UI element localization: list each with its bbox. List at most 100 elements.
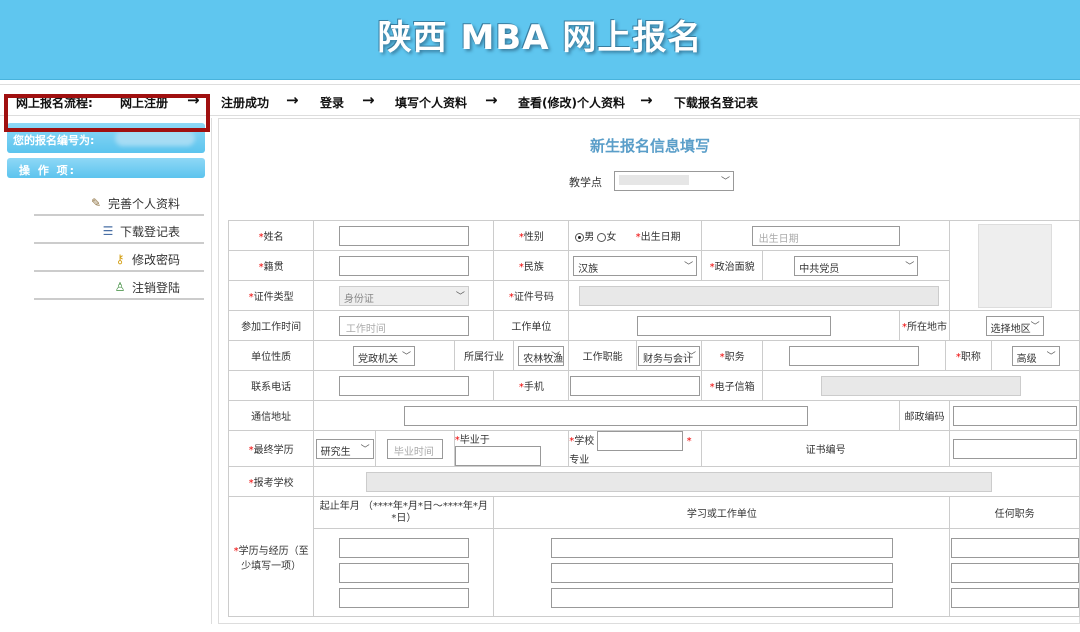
sidebar-link-label: 修改密码 xyxy=(131,252,180,267)
major-label: 专业 xyxy=(569,455,590,466)
position-input[interactable] xyxy=(788,345,919,366)
school-input[interactable] xyxy=(597,431,684,451)
job-function-select[interactable]: 财务与会计 xyxy=(638,345,700,366)
flow-arrow-icon: → xyxy=(286,91,299,109)
photo-placeholder[interactable] xyxy=(977,223,1052,308)
sidebar-link-complete-profile[interactable]: ✎ 完善个人资料 xyxy=(34,192,204,216)
gender-male-label: 男 xyxy=(584,232,595,243)
history-label: 学历与经历（至少填写一项） xyxy=(238,545,309,572)
sidebar-link-change-password[interactable]: ⚷ 修改密码 xyxy=(34,248,204,272)
graduated-from-input[interactable] xyxy=(454,446,541,466)
registration-form-table: *姓名 *性别 男 女 *出生日期 出生日期 *籍贯 *民族 汉族 *政治面貌 … xyxy=(227,220,1080,617)
id-number-input[interactable] xyxy=(579,285,940,306)
work-unit-label: 工作单位 xyxy=(493,310,570,341)
history-role-input-2[interactable] xyxy=(950,562,1079,583)
gender-female-radio[interactable] xyxy=(597,232,607,242)
teaching-point-redacted xyxy=(619,175,689,185)
postcode-input[interactable] xyxy=(952,405,1077,426)
graduation-time-input[interactable]: 毕业时间 xyxy=(386,438,443,459)
political-label: 政治面貌 xyxy=(714,262,755,273)
phone-input[interactable] xyxy=(338,375,469,396)
graduated-from-label: 毕业于 xyxy=(459,435,490,446)
history-role-input-3[interactable] xyxy=(950,587,1079,608)
id-type-label: 证件类型 xyxy=(253,292,294,303)
location-select[interactable]: 选择地区 xyxy=(985,315,1044,336)
sidebar-link-download-form[interactable]: ☰ 下载登记表 xyxy=(34,220,204,244)
sidebar: 您的报名编号为: 操 作 项: ✎ 完善个人资料 ☰ 下载登记表 ⚷ 修改密码 … xyxy=(0,118,212,624)
history-unit-input-1[interactable] xyxy=(550,537,893,558)
email-label: 电子信箱 xyxy=(714,382,755,393)
flow-arrow-icon: → xyxy=(485,91,498,109)
flow-step-download[interactable]: 下载报名登记表 xyxy=(674,94,758,111)
ethnic-select[interactable]: 汉族 xyxy=(573,255,698,276)
apply-school-label: 报考学校 xyxy=(253,478,294,489)
email-input[interactable] xyxy=(821,375,1022,396)
history-unit-input-3[interactable] xyxy=(550,587,893,608)
school-label: 学校 xyxy=(574,436,595,447)
unit-nature-label: 单位性质 xyxy=(227,340,315,371)
flow-step-view-info[interactable]: 查看(修改)个人资料 xyxy=(518,94,625,111)
work-start-input[interactable]: 工作时间 xyxy=(338,315,469,336)
history-period-input-3[interactable] xyxy=(338,587,469,608)
id-number-label: 证件号码 xyxy=(513,292,554,303)
position-label: 职务 xyxy=(724,352,745,363)
role-header: 任何职务 xyxy=(949,496,1080,529)
cert-no-input[interactable] xyxy=(952,438,1077,459)
sidebar-link-label: 完善个人资料 xyxy=(107,196,180,211)
name-label-cell: *姓名 xyxy=(227,220,315,251)
teaching-point-select[interactable] xyxy=(614,171,734,191)
birth-label: 出生日期 xyxy=(640,232,681,243)
phone-label: 联系电话 xyxy=(227,370,315,401)
gender-male-radio[interactable] xyxy=(575,232,585,242)
industry-select[interactable]: 农林牧渔 xyxy=(518,345,565,366)
sidebar-link-label: 下载登记表 xyxy=(119,224,180,239)
highlight-box xyxy=(4,94,210,132)
sidebar-link-logout[interactable]: ♙ 注销登陆 xyxy=(34,276,204,300)
form-title: 新生报名信息填写 xyxy=(589,137,710,155)
user-logout-icon: ♙ xyxy=(114,280,126,294)
title-select[interactable]: 高级 xyxy=(1011,345,1060,366)
site-title: 陕西 MBA 网上报名 xyxy=(377,18,703,58)
operations-header: 操 作 项: xyxy=(7,158,205,178)
history-period-input-1[interactable] xyxy=(338,537,469,558)
work-unit-input[interactable] xyxy=(636,315,831,336)
work-start-label: 参加工作时间 xyxy=(227,310,315,341)
registration-number-label: 您的报名编号为: xyxy=(13,134,95,147)
document-icon: ☰ xyxy=(102,224,114,238)
native-label: 籍贯 xyxy=(263,262,284,273)
education-select[interactable]: 研究生 xyxy=(315,438,374,459)
history-unit-input-2[interactable] xyxy=(550,562,893,583)
cert-no-label: 证书编号 xyxy=(700,430,951,467)
period-header: 起止年月 （****年*月*日～****年*月*日） xyxy=(313,496,495,529)
teaching-point-label: 教学点 xyxy=(569,176,602,189)
address-label: 通信地址 xyxy=(227,400,315,431)
name-input[interactable] xyxy=(338,225,469,246)
mobile-label: 手机 xyxy=(523,382,544,393)
key-icon: ⚷ xyxy=(115,252,125,266)
address-input[interactable] xyxy=(404,405,809,426)
history-role-input-1[interactable] xyxy=(950,537,1079,558)
birth-date-input[interactable]: 出生日期 xyxy=(751,225,900,246)
flow-step-register-success[interactable]: 注册成功 xyxy=(221,94,269,111)
gender-female-label: 女 xyxy=(606,232,617,243)
title-label: 职称 xyxy=(960,352,981,363)
unit-nature-select[interactable]: 党政机关 xyxy=(353,345,415,366)
education-label: 最终学历 xyxy=(253,445,294,456)
unit-header: 学习或工作单位 xyxy=(493,496,951,529)
flow-step-fill-info[interactable]: 填写个人资料 xyxy=(395,94,467,111)
industry-label: 所属行业 xyxy=(453,340,515,371)
job-function-label: 工作职能 xyxy=(568,340,638,371)
flow-step-login[interactable]: 登录 xyxy=(320,94,344,111)
ethnic-label: 民族 xyxy=(523,262,544,273)
flow-arrow-icon: → xyxy=(362,91,375,109)
native-input[interactable] xyxy=(338,255,469,276)
edit-icon: ✎ xyxy=(90,196,102,210)
gender-label: 性别 xyxy=(523,232,544,243)
sidebar-link-label: 注销登陆 xyxy=(131,280,180,295)
mobile-input[interactable] xyxy=(570,375,701,396)
apply-school-input[interactable] xyxy=(366,471,993,492)
history-period-input-2[interactable] xyxy=(338,562,469,583)
registration-number-redacted xyxy=(115,130,195,146)
id-type-select[interactable]: 身份证 xyxy=(338,285,469,306)
political-select[interactable]: 中共党员 xyxy=(794,255,919,276)
